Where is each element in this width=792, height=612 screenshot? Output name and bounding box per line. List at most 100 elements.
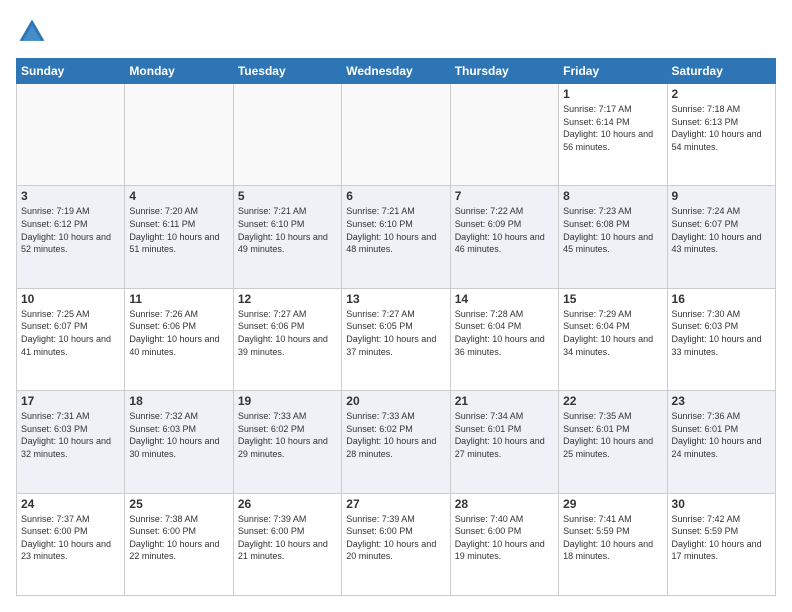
day-info: Sunrise: 7:39 AM Sunset: 6:00 PM Dayligh…: [238, 513, 337, 563]
calendar-day-header: Friday: [559, 59, 667, 84]
calendar-cell: 18Sunrise: 7:32 AM Sunset: 6:03 PM Dayli…: [125, 391, 233, 493]
day-info: Sunrise: 7:27 AM Sunset: 6:05 PM Dayligh…: [346, 308, 445, 358]
calendar-row: 1Sunrise: 7:17 AM Sunset: 6:14 PM Daylig…: [17, 84, 776, 186]
day-info: Sunrise: 7:18 AM Sunset: 6:13 PM Dayligh…: [672, 103, 771, 153]
day-number: 26: [238, 497, 337, 511]
day-number: 11: [129, 292, 228, 306]
day-info: Sunrise: 7:22 AM Sunset: 6:09 PM Dayligh…: [455, 205, 554, 255]
day-info: Sunrise: 7:21 AM Sunset: 6:10 PM Dayligh…: [346, 205, 445, 255]
day-number: 17: [21, 394, 120, 408]
calendar-cell: 27Sunrise: 7:39 AM Sunset: 6:00 PM Dayli…: [342, 493, 450, 595]
calendar-cell: 2 Sunrise: 7:18 AM Sunset: 6:13 PM Daylig…: [667, 84, 775, 186]
day-number: 29: [563, 497, 662, 511]
day-number: 9: [672, 189, 771, 203]
day-info: Sunrise: 7:41 AM Sunset: 5:59 PM Dayligh…: [563, 513, 662, 563]
day-info: Sunrise: 7:17 AM Sunset: 6:14 PM Dayligh…: [563, 103, 662, 153]
calendar-cell: 15Sunrise: 7:29 AM Sunset: 6:04 PM Dayli…: [559, 288, 667, 390]
day-info: Sunrise: 7:33 AM Sunset: 6:02 PM Dayligh…: [346, 410, 445, 460]
calendar-day-header: Thursday: [450, 59, 558, 84]
calendar-cell: 10Sunrise: 7:25 AM Sunset: 6:07 PM Dayli…: [17, 288, 125, 390]
calendar-cell: 21 Sunrise: 7:34 AM Sunset: 6:01 PM Dayli…: [450, 391, 558, 493]
calendar-row: 24 Sunrise: 7:37 AM Sunset: 6:00 PM Dayli…: [17, 493, 776, 595]
day-number: 4: [129, 189, 228, 203]
logo-icon: [16, 16, 48, 48]
calendar-cell: [125, 84, 233, 186]
calendar-cell: 7 Sunrise: 7:22 AM Sunset: 6:09 PM Daylig…: [450, 186, 558, 288]
calendar-day-header: Wednesday: [342, 59, 450, 84]
day-info: Sunrise: 7:32 AM Sunset: 6:03 PM Dayligh…: [129, 410, 228, 460]
day-number: 24: [21, 497, 120, 511]
day-info: Sunrise: 7:33 AM Sunset: 6:02 PM Dayligh…: [238, 410, 337, 460]
calendar-cell: 24 Sunrise: 7:37 AM Sunset: 6:00 PM Dayli…: [17, 493, 125, 595]
day-number: 19: [238, 394, 337, 408]
day-number: 30: [672, 497, 771, 511]
day-info: Sunrise: 7:29 AM Sunset: 6:04 PM Dayligh…: [563, 308, 662, 358]
day-number: 5: [238, 189, 337, 203]
calendar-cell: 20 Sunrise: 7:33 AM Sunset: 6:02 PM Dayli…: [342, 391, 450, 493]
day-info: Sunrise: 7:26 AM Sunset: 6:06 PM Dayligh…: [129, 308, 228, 358]
calendar-day-header: Tuesday: [233, 59, 341, 84]
day-info: Sunrise: 7:21 AM Sunset: 6:10 PM Dayligh…: [238, 205, 337, 255]
calendar-cell: 19 Sunrise: 7:33 AM Sunset: 6:02 PM Dayli…: [233, 391, 341, 493]
calendar-cell: 26 Sunrise: 7:39 AM Sunset: 6:00 PM Dayli…: [233, 493, 341, 595]
day-info: Sunrise: 7:20 AM Sunset: 6:11 PM Dayligh…: [129, 205, 228, 255]
day-number: 25: [129, 497, 228, 511]
calendar-cell: 1Sunrise: 7:17 AM Sunset: 6:14 PM Daylig…: [559, 84, 667, 186]
day-number: 3: [21, 189, 120, 203]
day-info: Sunrise: 7:40 AM Sunset: 6:00 PM Dayligh…: [455, 513, 554, 563]
calendar-row: 17 Sunrise: 7:31 AM Sunset: 6:03 PM Dayli…: [17, 391, 776, 493]
calendar-cell: 14 Sunrise: 7:28 AM Sunset: 6:04 PM Dayli…: [450, 288, 558, 390]
day-info: Sunrise: 7:34 AM Sunset: 6:01 PM Dayligh…: [455, 410, 554, 460]
calendar-cell: [450, 84, 558, 186]
calendar-cell: 17 Sunrise: 7:31 AM Sunset: 6:03 PM Dayli…: [17, 391, 125, 493]
calendar-cell: 29 Sunrise: 7:41 AM Sunset: 5:59 PM Dayli…: [559, 493, 667, 595]
day-number: 23: [672, 394, 771, 408]
day-info: Sunrise: 7:36 AM Sunset: 6:01 PM Dayligh…: [672, 410, 771, 460]
calendar-cell: 11 Sunrise: 7:26 AM Sunset: 6:06 PM Dayli…: [125, 288, 233, 390]
day-number: 6: [346, 189, 445, 203]
day-number: 14: [455, 292, 554, 306]
day-info: Sunrise: 7:28 AM Sunset: 6:04 PM Dayligh…: [455, 308, 554, 358]
page: SundayMondayTuesdayWednesdayThursdayFrid…: [0, 0, 792, 612]
calendar-cell: [233, 84, 341, 186]
day-info: Sunrise: 7:30 AM Sunset: 6:03 PM Dayligh…: [672, 308, 771, 358]
day-number: 13: [346, 292, 445, 306]
day-info: Sunrise: 7:27 AM Sunset: 6:06 PM Dayligh…: [238, 308, 337, 358]
calendar-row: 10Sunrise: 7:25 AM Sunset: 6:07 PM Dayli…: [17, 288, 776, 390]
calendar-header-row: SundayMondayTuesdayWednesdayThursdayFrid…: [17, 59, 776, 84]
day-info: Sunrise: 7:23 AM Sunset: 6:08 PM Dayligh…: [563, 205, 662, 255]
calendar-cell: 25Sunrise: 7:38 AM Sunset: 6:00 PM Dayli…: [125, 493, 233, 595]
day-number: 7: [455, 189, 554, 203]
logo: [16, 16, 52, 48]
day-number: 22: [563, 394, 662, 408]
calendar-cell: 28 Sunrise: 7:40 AM Sunset: 6:00 PM Dayli…: [450, 493, 558, 595]
calendar-cell: 12 Sunrise: 7:27 AM Sunset: 6:06 PM Dayli…: [233, 288, 341, 390]
calendar-cell: 13 Sunrise: 7:27 AM Sunset: 6:05 PM Dayli…: [342, 288, 450, 390]
calendar-cell: [17, 84, 125, 186]
calendar-cell: 8Sunrise: 7:23 AM Sunset: 6:08 PM Daylig…: [559, 186, 667, 288]
calendar-table: SundayMondayTuesdayWednesdayThursdayFrid…: [16, 58, 776, 596]
day-number: 28: [455, 497, 554, 511]
day-info: Sunrise: 7:31 AM Sunset: 6:03 PM Dayligh…: [21, 410, 120, 460]
calendar-cell: 16 Sunrise: 7:30 AM Sunset: 6:03 PM Dayli…: [667, 288, 775, 390]
day-info: Sunrise: 7:24 AM Sunset: 6:07 PM Dayligh…: [672, 205, 771, 255]
day-number: 27: [346, 497, 445, 511]
day-number: 16: [672, 292, 771, 306]
day-info: Sunrise: 7:37 AM Sunset: 6:00 PM Dayligh…: [21, 513, 120, 563]
calendar-day-header: Saturday: [667, 59, 775, 84]
day-number: 10: [21, 292, 120, 306]
day-number: 2: [672, 87, 771, 101]
day-number: 12: [238, 292, 337, 306]
day-info: Sunrise: 7:19 AM Sunset: 6:12 PM Dayligh…: [21, 205, 120, 255]
calendar-cell: 5 Sunrise: 7:21 AM Sunset: 6:10 PM Daylig…: [233, 186, 341, 288]
calendar-cell: 9 Sunrise: 7:24 AM Sunset: 6:07 PM Daylig…: [667, 186, 775, 288]
calendar-row: 3 Sunrise: 7:19 AM Sunset: 6:12 PM Daylig…: [17, 186, 776, 288]
calendar-cell: 6 Sunrise: 7:21 AM Sunset: 6:10 PM Daylig…: [342, 186, 450, 288]
calendar-cell: 22Sunrise: 7:35 AM Sunset: 6:01 PM Dayli…: [559, 391, 667, 493]
calendar-cell: 30Sunrise: 7:42 AM Sunset: 5:59 PM Dayli…: [667, 493, 775, 595]
calendar-cell: 4 Sunrise: 7:20 AM Sunset: 6:11 PM Daylig…: [125, 186, 233, 288]
day-number: 20: [346, 394, 445, 408]
calendar-day-header: Sunday: [17, 59, 125, 84]
calendar-day-header: Monday: [125, 59, 233, 84]
day-number: 21: [455, 394, 554, 408]
